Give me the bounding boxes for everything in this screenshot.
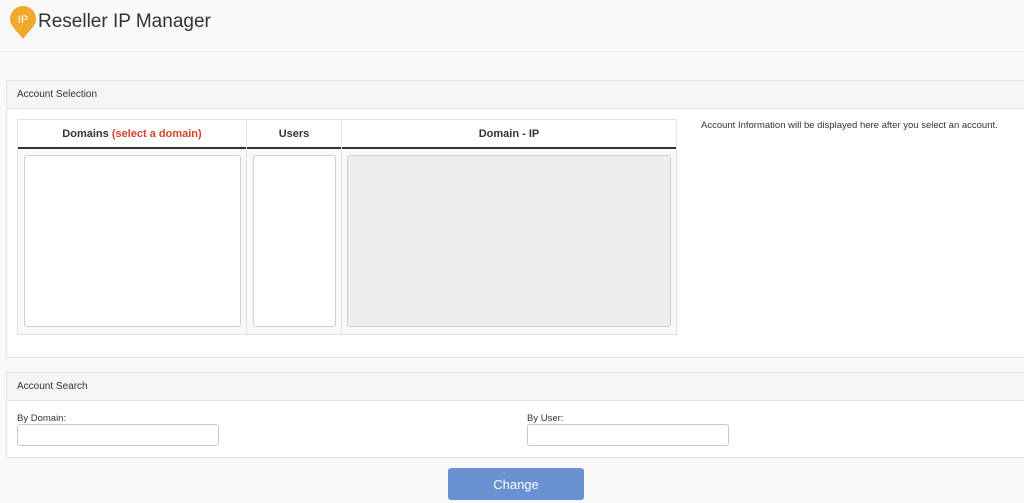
column-separator: [341, 120, 342, 334]
account-selection-heading: Account Selection: [7, 81, 1024, 109]
account-selection-table: Domains (select a domain) Users Domain -…: [17, 119, 677, 335]
users-listbox[interactable]: [253, 155, 336, 327]
by-domain-label: By Domain:: [17, 413, 67, 424]
logo-text: IP: [18, 14, 28, 26]
domains-column-header: Domains (select a domain): [18, 120, 246, 148]
change-button[interactable]: Change: [448, 468, 584, 500]
page-header: IP Reseller IP Manager: [0, 0, 1024, 52]
ip-logo-icon: IP: [10, 6, 36, 39]
account-search-heading: Account Search: [7, 373, 1024, 401]
users-column-header: Users: [247, 120, 341, 148]
account-search-panel: Account Search By Domain: By User:: [6, 372, 1024, 458]
header-divider: [18, 147, 676, 149]
domains-listbox[interactable]: [24, 155, 241, 327]
domains-column-label: Domains: [62, 128, 109, 140]
page-title: Reseller IP Manager: [38, 11, 211, 32]
account-info-text: Account Information will be displayed he…: [701, 120, 998, 131]
by-domain-input[interactable]: [17, 424, 219, 446]
account-selection-panel: Account Selection Domains (select a doma…: [6, 80, 1024, 358]
domain-ip-column-header: Domain - IP: [342, 120, 676, 148]
domain-ip-listbox: [347, 155, 671, 327]
by-user-label: By User:: [527, 413, 564, 424]
column-separator: [246, 120, 247, 334]
domains-column-hint: (select a domain): [111, 128, 202, 140]
by-user-input[interactable]: [527, 424, 729, 446]
